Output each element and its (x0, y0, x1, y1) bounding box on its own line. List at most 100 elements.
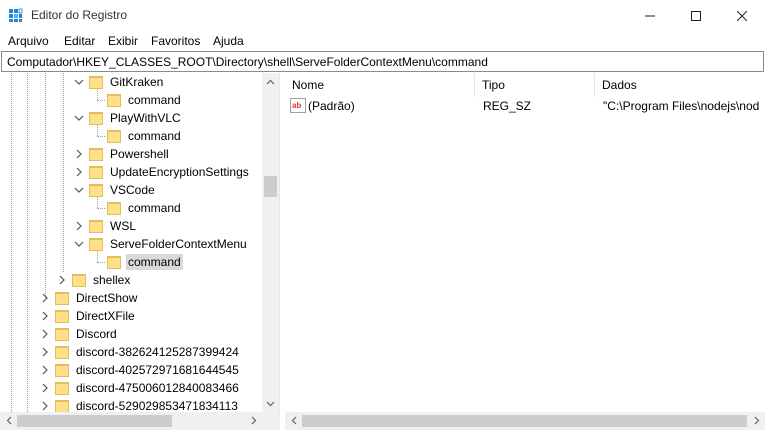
close-icon (737, 10, 747, 21)
title-bar: Editor do Registro (0, 0, 765, 31)
tree-item-label: GitKraken (110, 75, 164, 89)
tree-item-directxfile[interactable]: DirectXFile (40, 307, 137, 325)
window-title: Editor do Registro (31, 8, 128, 22)
scroll-right-arrow[interactable] (245, 412, 262, 429)
tree-item-directshow[interactable]: DirectShow (40, 289, 139, 307)
tree-item-updateencryptionsettings[interactable]: UpdateEncryptionSettings (74, 163, 251, 181)
tree-item-label: command (128, 129, 181, 143)
tree-item-label: UpdateEncryptionSettings (110, 165, 249, 179)
tree-item-discord-475006012840083466[interactable]: discord-475006012840083466 (40, 379, 241, 397)
string-value-icon: ab (290, 98, 306, 113)
scroll-up-arrow[interactable] (262, 73, 279, 90)
chevron-down-icon[interactable] (74, 239, 84, 249)
scroll-thumb[interactable] (17, 415, 172, 427)
tree-item-wsl[interactable]: WSL (74, 217, 138, 235)
menu-editar[interactable]: Editar (64, 34, 95, 48)
values-horizontal-scrollbar[interactable] (285, 412, 765, 430)
chevron-right-icon[interactable] (74, 167, 84, 177)
tree-item-label: Discord (76, 327, 117, 341)
address-bar[interactable]: Computador\HKEY_CLASSES_ROOT\Directory\s… (1, 51, 764, 72)
tree-item-discord[interactable]: Discord (40, 325, 119, 343)
tree-item-playwithvlc[interactable]: PlayWithVLC (74, 109, 183, 127)
chevron-right-icon[interactable] (74, 149, 84, 159)
tree-item-vscode[interactable]: VSCode (74, 181, 157, 199)
chevron-right-icon[interactable] (40, 293, 50, 303)
chevron-right-icon[interactable] (57, 275, 67, 285)
folder-icon (89, 183, 103, 197)
menu-ajuda[interactable]: Ajuda (213, 34, 244, 48)
folder-icon (55, 327, 69, 341)
tree-item-command[interactable]: command (107, 127, 183, 145)
folder-icon (55, 381, 69, 395)
folder-icon (55, 291, 69, 305)
tree-item-command-selected[interactable]: command (102, 253, 183, 271)
chevron-right-icon[interactable] (40, 401, 50, 411)
tree-item-label: Powershell (110, 147, 169, 161)
tree-item-command[interactable]: command (107, 91, 183, 109)
maximize-button[interactable] (673, 0, 719, 31)
registry-tree[interactable]: GitKraken command PlayWithVLC command Po… (0, 73, 280, 430)
tree-item-command[interactable]: command (107, 199, 183, 217)
address-path[interactable]: Computador\HKEY_CLASSES_ROOT\Directory\s… (7, 55, 488, 69)
tree-item-label: DirectShow (76, 291, 138, 305)
close-button[interactable] (719, 0, 765, 31)
chevron-left-icon (6, 416, 11, 425)
tree-item-label: VSCode (110, 183, 155, 197)
tree-item-shellex[interactable]: shellex (57, 271, 132, 289)
menu-favoritos[interactable]: Favoritos (151, 34, 200, 48)
scroll-thumb[interactable] (302, 415, 747, 427)
chevron-down-icon[interactable] (74, 113, 84, 123)
tree-guide-line (97, 136, 105, 137)
scroll-left-arrow[interactable] (285, 412, 302, 429)
column-header-dados[interactable]: Dados (595, 73, 765, 97)
tree-horizontal-scrollbar[interactable] (0, 412, 280, 430)
tree-item-label: shellex (93, 273, 131, 287)
tree-item-label: command (128, 201, 181, 215)
value-name: (Padrão) (308, 99, 355, 113)
chevron-down-icon[interactable] (74, 185, 84, 195)
tree-item-label: discord-475006012840083466 (76, 381, 239, 395)
chevron-right-icon[interactable] (40, 365, 50, 375)
chevron-right-icon[interactable] (74, 221, 84, 231)
folder-icon (89, 111, 103, 125)
tree-item-servefoldercontextmenu[interactable]: ServeFolderContextMenu (74, 235, 249, 253)
column-header-tipo[interactable]: Tipo (475, 73, 595, 97)
chevron-right-icon[interactable] (40, 383, 50, 393)
value-type: REG_SZ (483, 99, 532, 113)
chevron-right-icon[interactable] (40, 311, 50, 321)
folder-icon (55, 363, 69, 377)
tree-item-label: PlayWithVLC (110, 111, 181, 125)
chevron-right-icon[interactable] (40, 347, 50, 357)
registry-editor-icon (8, 8, 23, 23)
tree-item-discord-382624125287399424[interactable]: discord-382624125287399424 (40, 343, 241, 361)
tree-item-label: discord-382624125287399424 (76, 345, 239, 359)
scroll-left-arrow[interactable] (0, 412, 17, 429)
chevron-up-icon (266, 79, 275, 84)
tree-item-powershell[interactable]: Powershell (74, 145, 171, 163)
tree-guide-line (45, 73, 46, 298)
folder-icon (89, 165, 103, 179)
minimize-button[interactable] (627, 0, 673, 31)
chevron-right-icon[interactable] (40, 329, 50, 339)
tree-guide-line (63, 73, 64, 272)
tree-item-gitkraken[interactable]: GitKraken (74, 73, 165, 91)
scroll-down-arrow[interactable] (262, 395, 279, 412)
maximize-icon (691, 10, 701, 21)
tree-item-label: command (126, 254, 183, 270)
folder-icon (89, 237, 103, 251)
menu-exibir[interactable]: Exibir (108, 34, 138, 48)
value-data: "C:\Program Files\nodejs\nod (603, 99, 760, 113)
tree-item-discord-402572971681644545[interactable]: discord-402572971681644545 (40, 361, 241, 379)
values-list[interactable]: Nome Tipo Dados ab (Padrão) REG_SZ "C:\P… (285, 73, 765, 412)
scroll-right-arrow[interactable] (748, 412, 765, 429)
tree-guide-line (97, 100, 105, 101)
menu-arquivo[interactable]: Arquivo (8, 34, 49, 48)
scroll-thumb[interactable] (264, 176, 277, 197)
folder-icon (107, 255, 121, 269)
folder-icon (55, 399, 69, 413)
tree-vertical-scrollbar[interactable] (262, 73, 279, 412)
value-row[interactable]: ab (Padrão) REG_SZ "C:\Program Files\nod… (285, 97, 765, 116)
column-header-nome[interactable]: Nome (285, 73, 475, 97)
chevron-down-icon[interactable] (74, 77, 84, 87)
tree-guide-line (11, 73, 12, 430)
